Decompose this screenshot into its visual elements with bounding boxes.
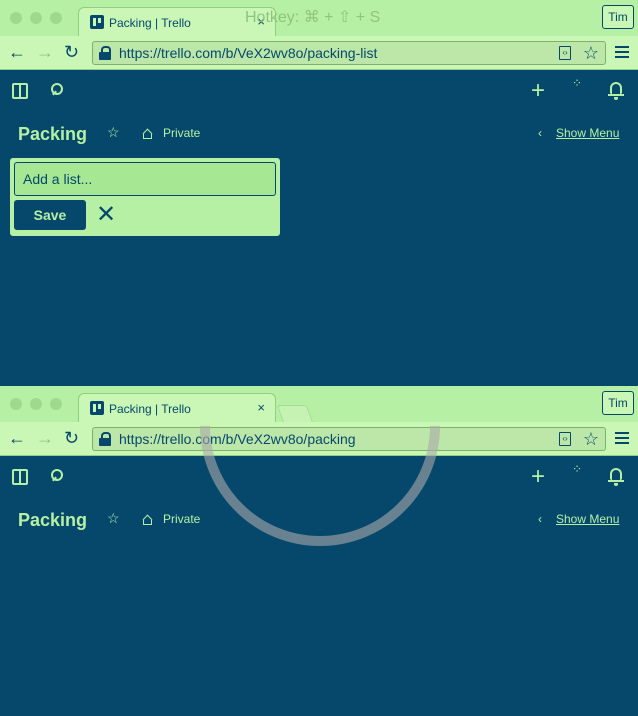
lock-icon: [99, 432, 111, 446]
forward-button[interactable]: →: [36, 42, 54, 62]
add-icon[interactable]: +: [531, 465, 545, 489]
visibility-label: Private: [163, 512, 201, 526]
trello-header: + ⁘: [0, 70, 638, 110]
browser-toolbar: ← → ↻ https://trello.com/b/VeX2wv8o/pack…: [0, 36, 638, 70]
search-icon[interactable]: [51, 469, 63, 482]
show-menu-label[interactable]: Show Menu: [556, 512, 619, 526]
window-controls: [10, 12, 62, 24]
tab-title: Packing | Trello: [109, 402, 191, 416]
private-icon: [142, 128, 153, 140]
bookmark-star-icon[interactable]: ☆: [583, 42, 599, 64]
sparkle-icon[interactable]: ⁘: [572, 76, 582, 90]
extension-icon[interactable]: ‹›: [559, 432, 571, 446]
add-list-input[interactable]: [14, 162, 276, 196]
add-icon[interactable]: +: [531, 79, 545, 103]
browser-window-1: Packing | Trello × Hotkey: ⌘ + ⇧ + S Tim…: [0, 0, 638, 386]
show-menu-label[interactable]: Show Menu: [556, 126, 619, 140]
notification-bell-icon[interactable]: [608, 82, 624, 100]
reload-button[interactable]: ↻: [64, 428, 79, 448]
window-controls: [10, 398, 62, 410]
bookmark-star-icon[interactable]: ☆: [583, 428, 599, 450]
board-title[interactable]: Packing: [18, 124, 87, 145]
url-text[interactable]: https://trello.com/b/VeX2wv8o/packing-li…: [119, 45, 377, 61]
chrome-menu-icon[interactable]: [615, 432, 629, 446]
profile-button[interactable]: Tim: [602, 391, 634, 415]
notification-bell-icon[interactable]: [608, 468, 624, 486]
minimize-window-button[interactable]: [30, 12, 42, 24]
star-board-icon[interactable]: ☆: [107, 510, 120, 527]
search-icon[interactable]: [51, 83, 63, 96]
board-title[interactable]: Packing: [18, 510, 87, 531]
zoom-window-button[interactable]: [50, 398, 62, 410]
boards-icon[interactable]: [12, 469, 28, 485]
back-button[interactable]: ←: [8, 42, 26, 62]
trello-favicon-icon: [90, 15, 104, 29]
chrome-menu-icon[interactable]: [615, 46, 629, 60]
trello-favicon-icon: [90, 401, 104, 415]
board-header: Packing ☆ Private ‹ Show Menu: [0, 118, 638, 152]
chevron-left-icon: ‹: [538, 512, 542, 526]
private-icon: [142, 514, 153, 526]
add-list-composer: Save ✕: [10, 158, 280, 236]
close-window-button[interactable]: [10, 12, 22, 24]
back-button[interactable]: ←: [8, 428, 26, 448]
save-button[interactable]: Save: [14, 200, 86, 230]
extension-icon[interactable]: ‹›: [559, 46, 571, 60]
visibility-label: Private: [163, 126, 201, 140]
tab-strip: Packing | Trello × Hotkey: ⌘ + ⇧ + S Tim: [0, 0, 638, 36]
chevron-left-icon: ‹: [538, 126, 542, 140]
browser-window-2: Packing | Trello × Tim ← → ↻ https://tre…: [0, 386, 638, 716]
address-bar[interactable]: https://trello.com/b/VeX2wv8o/packing-li…: [92, 41, 606, 65]
profile-button[interactable]: Tim: [602, 5, 634, 29]
close-icon[interactable]: ✕: [96, 202, 116, 228]
sparkle-icon[interactable]: ⁘: [572, 462, 582, 476]
zoom-window-button[interactable]: [50, 12, 62, 24]
boards-icon[interactable]: [12, 83, 28, 99]
star-board-icon[interactable]: ☆: [107, 124, 120, 141]
forward-button[interactable]: →: [36, 428, 54, 448]
tab-title: Packing | Trello: [109, 16, 191, 30]
minimize-window-button[interactable]: [30, 398, 42, 410]
hotkey-overlay: Hotkey: ⌘ + ⇧ + S: [245, 9, 381, 26]
reload-button[interactable]: ↻: [64, 42, 79, 62]
lock-icon: [99, 46, 111, 60]
close-window-button[interactable]: [10, 398, 22, 410]
